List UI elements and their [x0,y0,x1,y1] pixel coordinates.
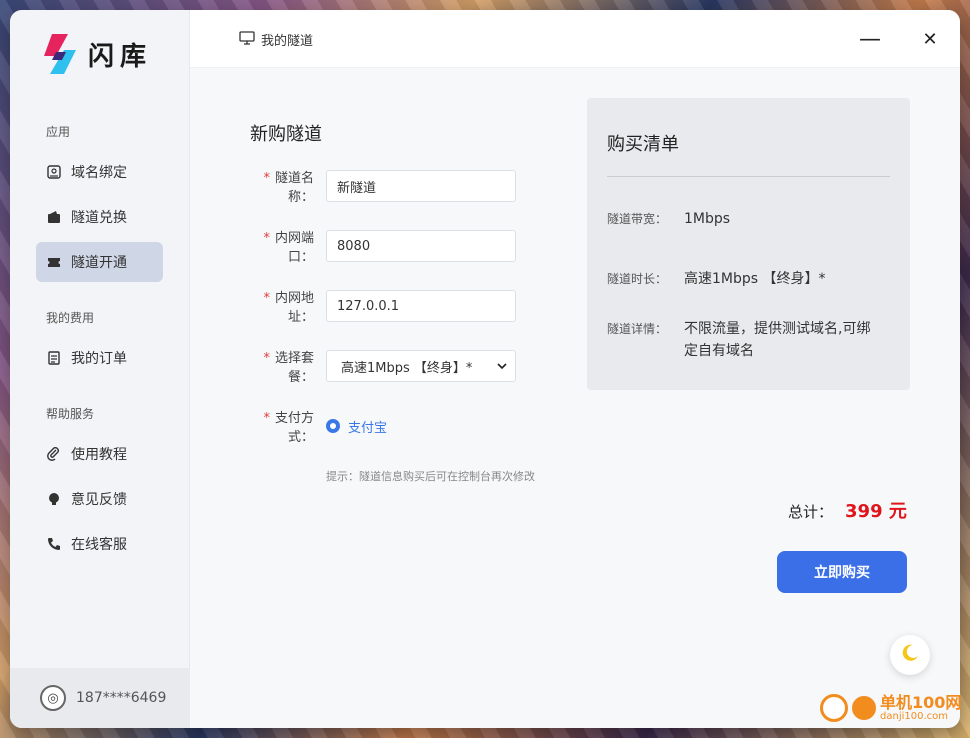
topbar: 我的隧道 — ✕ [190,10,960,68]
payment-option-label: 支付宝 [348,420,388,436]
sidebar: 闪库 应用 域名绑定 隧道兑换 隧道开通 我的费用 我的订单 帮助服务 使用教程… [10,10,190,728]
summary-key: 隧道时长： [607,272,668,286]
sidebar-item-label: 使用教程 [71,447,127,463]
required-mark: * [263,171,270,186]
tunnel-name-input[interactable]: 新隧道 [326,170,516,202]
close-button[interactable]: ✕ [917,26,943,52]
site-watermark: 单机100网 danji100.com [820,694,961,722]
summary-row-details: 隧道详情： 不限流量，提供测试域名,可绑定自有域名 [607,318,884,362]
form-title: 新购隧道 [250,124,322,145]
watermark-logo-icon [820,694,848,722]
local-port-input[interactable]: 8080 [326,230,516,262]
radio-selected-icon [326,419,340,433]
field-package: * 选择套餐： 高速1Mbps 【终身】* [238,350,516,385]
tab-my-tunnels[interactable]: 我的隧道 [239,30,313,49]
monitor-icon [239,30,255,49]
summary-key: 隧道带宽： [607,212,668,226]
paperclip-icon [47,447,61,461]
sidebar-item-label: 隧道兑换 [71,210,127,226]
watermark-text: 单机100网 [880,692,962,712]
domain-icon [47,165,61,179]
summary-value: 1Mbps [684,211,731,227]
package-select-value: 高速1Mbps 【终身】* [341,360,473,376]
order-total: 总计： 399 元 [788,497,907,523]
package-select[interactable]: 高速1Mbps 【终身】* [326,350,516,382]
section-label-expenses: 我的费用 [46,311,95,325]
chevron-down-icon [497,359,507,374]
wallet-icon [47,210,61,224]
buy-now-button[interactable]: 立即购买 [777,551,907,593]
summary-row-bandwidth: 隧道带宽： 1Mbps [607,208,884,230]
summary-title: 购买清单 [607,134,679,155]
field-label: 内网地址： [274,291,314,325]
section-label-apps: 应用 [46,125,71,139]
summary-key: 隧道详情： [607,322,668,336]
avatar: ◎ [40,685,66,711]
sidebar-item-tunnel-exchange[interactable]: 隧道兑换 [36,197,163,237]
close-icon: ✕ [922,28,938,50]
summary-card: 购买清单 隧道带宽： 1Mbps 隧道时长： 高速1Mbps 【终身】* 隧道详… [587,98,910,390]
document-icon [47,351,61,365]
app-logo: 闪库 [42,30,152,78]
total-label: 总计： [788,503,834,521]
field-local-port: * 内网端口： 8080 [238,230,516,265]
sidebar-item-tunnel-open[interactable]: 隧道开通 [36,242,163,282]
sidebar-item-feedback[interactable]: 意见反馈 [36,479,163,519]
required-mark: * [263,411,270,426]
payment-alipay-radio[interactable]: 支付宝 [326,417,387,436]
ticket-icon [47,255,61,269]
sidebar-item-tutorial[interactable]: 使用教程 [36,434,163,474]
sidebar-item-label: 我的订单 [71,351,127,367]
phone-icon [47,537,61,551]
local-address-input[interactable]: 127.0.0.1 [326,290,516,322]
logo-icon [42,30,78,78]
watermark-logo-icon [852,696,876,720]
field-tunnel-name: * 隧道名称： 新隧道 [238,170,516,205]
user-account[interactable]: ◎ 187****6469 [10,668,190,728]
total-amount: 399 元 [845,501,907,522]
section-label-help: 帮助服务 [46,407,95,421]
summary-value: 高速1Mbps 【终身】* [684,271,826,287]
minimize-icon: — [859,26,881,52]
topbar-title: 我的隧道 [261,34,314,49]
field-label: 隧道名称： [274,171,314,205]
field-label: 内网端口： [274,231,314,265]
sidebar-item-my-orders[interactable]: 我的订单 [36,338,163,378]
summary-row-duration: 隧道时长： 高速1Mbps 【终身】* [607,268,884,290]
field-local-address: * 内网地址： 127.0.0.1 [238,290,516,325]
watermark-url: danji100.com [880,710,948,722]
required-mark: * [263,231,270,246]
sidebar-item-domain-binding[interactable]: 域名绑定 [36,152,163,192]
app-name: 闪库 [88,41,153,72]
divider [607,176,890,177]
required-mark: * [263,291,270,306]
minimize-button[interactable]: — [857,26,883,52]
sidebar-item-label: 域名绑定 [71,165,127,181]
user-phone: 187****6469 [76,690,167,706]
field-label: 支付方式： [274,411,314,445]
form-hint: 提示：隧道信息购买后可在控制台再次修改 [326,470,535,483]
bulb-icon [47,492,61,506]
theme-toggle-button[interactable] [890,635,930,675]
moon-icon [900,643,920,667]
required-mark: * [263,351,270,366]
field-label: 选择套餐： [274,351,314,385]
sidebar-item-label: 意见反馈 [71,492,127,508]
field-payment: * 支付方式： 支付宝 [238,410,387,445]
sidebar-item-label: 隧道开通 [71,255,127,271]
sidebar-item-label: 在线客服 [71,537,127,553]
app-window: 闪库 应用 域名绑定 隧道兑换 隧道开通 我的费用 我的订单 帮助服务 使用教程… [10,10,960,728]
summary-value: 不限流量，提供测试域名,可绑定自有域名 [684,321,871,359]
sidebar-item-support[interactable]: 在线客服 [36,524,163,564]
